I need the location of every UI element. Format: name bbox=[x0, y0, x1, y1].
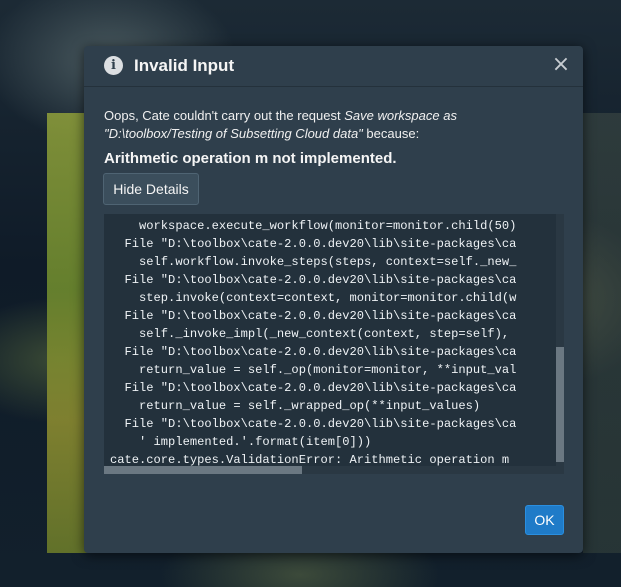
error-message: Arithmetic operation m not implemented. bbox=[104, 150, 397, 167]
invalid-input-dialog: i Invalid Input × Oops, Cate couldn't ca… bbox=[84, 46, 583, 553]
dialog-header: i Invalid Input × bbox=[84, 46, 583, 87]
info-icon: i bbox=[104, 56, 123, 75]
traceback-line: return_value = self._wrapped_op(**input_… bbox=[110, 399, 481, 413]
traceback-line: step.invoke(context=context, monitor=mon… bbox=[110, 291, 517, 305]
vertical-scrollbar-thumb[interactable] bbox=[556, 347, 564, 462]
traceback-line: File "D:\toolbox\cate-2.0.0.dev20\lib\si… bbox=[110, 237, 517, 251]
dialog-title: Invalid Input bbox=[134, 56, 235, 75]
horizontal-scrollbar[interactable] bbox=[104, 466, 564, 474]
traceback-line: File "D:\toolbox\cate-2.0.0.dev20\lib\si… bbox=[110, 309, 517, 323]
traceback-text: workspace.execute_workflow(monitor=monit… bbox=[110, 217, 516, 469]
hide-details-button[interactable]: Hide Details bbox=[103, 173, 199, 205]
traceback-line: File "D:\toolbox\cate-2.0.0.dev20\lib\si… bbox=[110, 381, 517, 395]
traceback-line: File "D:\toolbox\cate-2.0.0.dev20\lib\si… bbox=[110, 417, 517, 431]
ok-button[interactable]: OK bbox=[525, 505, 564, 535]
vertical-scrollbar[interactable] bbox=[556, 214, 564, 466]
traceback-panel[interactable]: workspace.execute_workflow(monitor=monit… bbox=[104, 214, 564, 474]
close-icon[interactable]: × bbox=[551, 54, 571, 76]
traceback-line: File "D:\toolbox\cate-2.0.0.dev20\lib\si… bbox=[110, 273, 517, 287]
traceback-line: File "D:\toolbox\cate-2.0.0.dev20\lib\si… bbox=[110, 345, 517, 359]
data-layer-overlay-right bbox=[583, 113, 621, 553]
horizontal-scrollbar-thumb[interactable] bbox=[104, 466, 302, 474]
traceback-line: ' implemented.'.format(item[0])) bbox=[110, 435, 372, 449]
message-suffix: because: bbox=[362, 126, 420, 141]
traceback-line: self.workflow.invoke_steps(steps, contex… bbox=[110, 255, 517, 269]
error-description: Oops, Cate couldn't carry out the reques… bbox=[104, 107, 564, 143]
traceback-line: self._invoke_impl(_new_context(context, … bbox=[110, 327, 510, 341]
traceback-line: workspace.execute_workflow(monitor=monit… bbox=[110, 219, 517, 233]
message-prefix: Oops, Cate couldn't carry out the reques… bbox=[104, 108, 345, 123]
traceback-line: return_value = self._op(monitor=monitor,… bbox=[110, 363, 517, 377]
